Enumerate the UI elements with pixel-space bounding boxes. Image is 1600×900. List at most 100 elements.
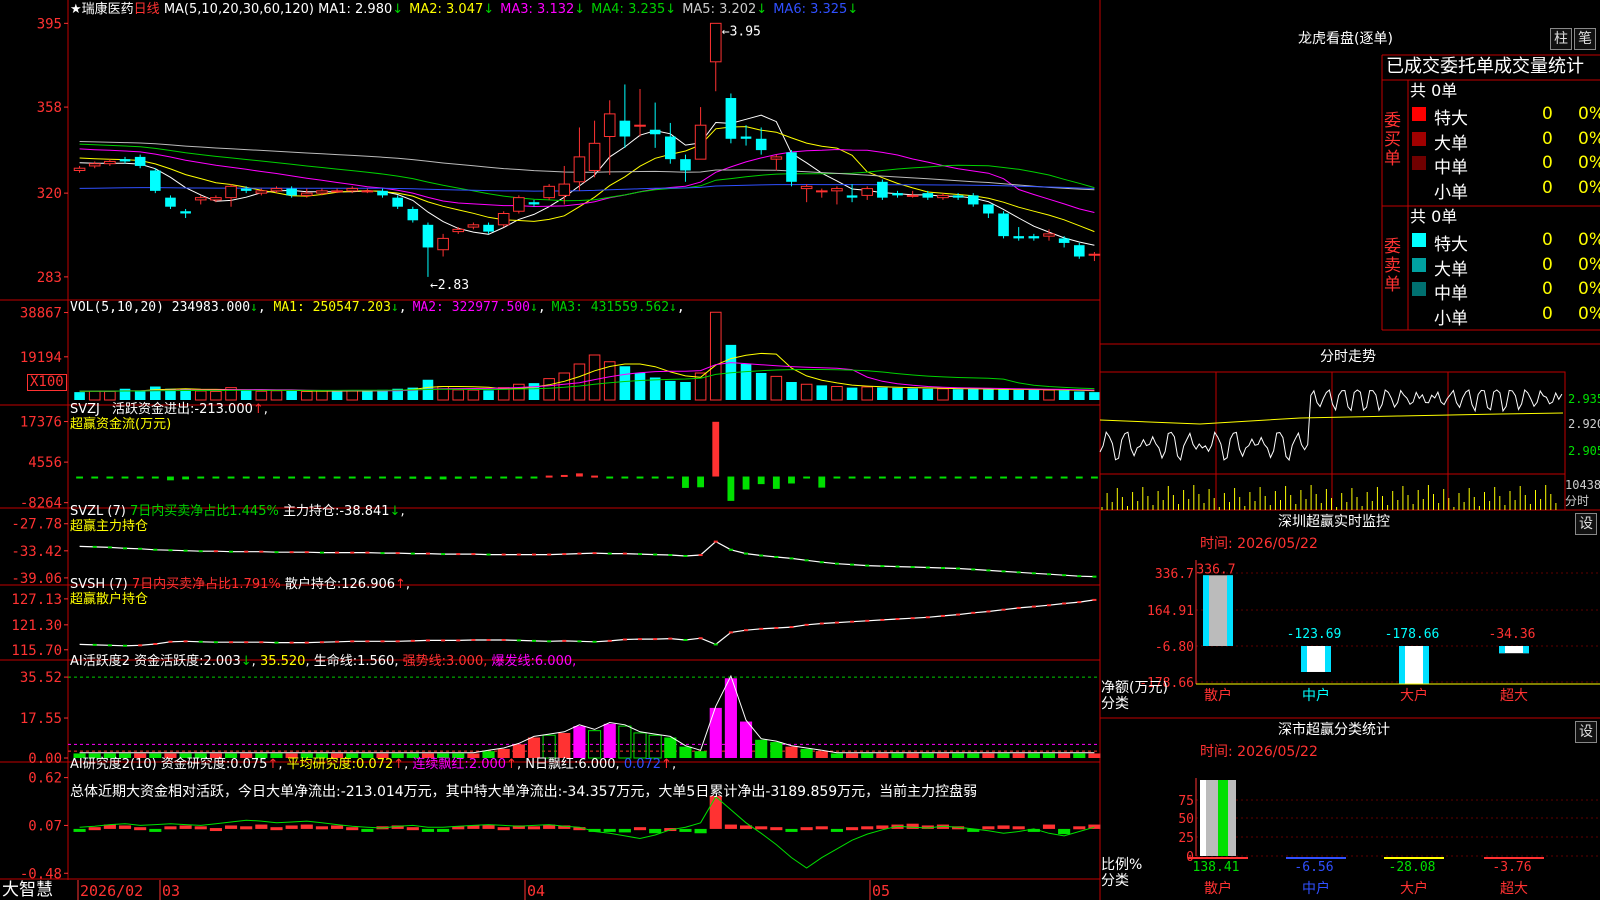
candle-up [558, 183, 571, 196]
svzj-bar [621, 476, 629, 479]
column-view-button[interactable]: 柱 [1550, 28, 1572, 50]
vol-bar-up [937, 388, 949, 401]
vol-ma-values: MA1: 250547.203↓, MA2: 322977.500↓, MA3: 4… [274, 300, 691, 315]
candle-down [392, 197, 403, 207]
candle-up [270, 188, 283, 192]
ai-research-bar [815, 826, 828, 830]
svzl-line [79, 540, 1095, 578]
svzj-suffix: , [263, 402, 268, 417]
svzj-bar [485, 476, 492, 479]
svzl-header: SVZL (7) 7日内买卖净占比1.445% 主力持仓:-38.841↓, [70, 504, 405, 519]
monitor-time: 时间: 2026/05/22 [1200, 536, 1318, 552]
svzj-bar [197, 476, 205, 479]
candle-up [513, 197, 525, 212]
bar-edge [1203, 575, 1209, 646]
buy-total: 共 0单 [1410, 81, 1458, 100]
price-y-tick-label: 358 [37, 100, 62, 116]
svzj-bar [878, 476, 886, 479]
vol-bar-down [680, 382, 691, 400]
ai-research-header: AI研究度2(10) 资金研究度:0.075↑, 平均研究度:0.072↑, 连… [70, 757, 677, 772]
order-label: 小单 [1434, 308, 1468, 329]
ai-research-bar [134, 827, 147, 831]
ai-active-bar [1027, 753, 1040, 758]
ai-active-suffix: , [572, 654, 577, 669]
stats-time: 时间: 2026/05/22 [1200, 744, 1318, 760]
svzl-v2: -38.841 [339, 504, 390, 519]
vol-bar-up [543, 378, 555, 401]
ai-active-bar [861, 753, 874, 758]
trade-stats-title: 已成交委托单成交量统计 [1386, 56, 1584, 77]
x-axis-label: 05 [872, 882, 890, 900]
candle-down [952, 195, 964, 198]
candle-up [770, 156, 783, 160]
svsh-l2: 散户持仓: [284, 577, 342, 592]
ma-line-1 [79, 114, 1095, 246]
min-price-label: ←2.83 [430, 278, 469, 293]
ai-active-header: AI活跃度2 资金活跃度:2.003↓, 35.520, 生命线:1.560, … [70, 654, 577, 669]
svzj-bar [151, 476, 159, 479]
svzj-bar [591, 475, 598, 478]
ai-research-bar [846, 827, 859, 831]
order-count: 0 [1542, 177, 1553, 198]
stats-settings-button[interactable]: 设 [1575, 721, 1597, 743]
ai-research-bar [861, 826, 874, 830]
ai-research-bar [770, 827, 783, 831]
vol-ma-value-2: MA2: 322977.500↓, [412, 300, 546, 315]
svsh-y-tick-label: 115.70 [11, 643, 62, 659]
candle-up [300, 192, 313, 196]
monitor-settings-button[interactable]: 设 [1575, 513, 1597, 535]
svsh-label: SVSH (7) [70, 577, 128, 592]
svzj-bar [530, 476, 538, 479]
order-row: 大单 0 0% [1410, 129, 1600, 154]
ma-header: MA(5,10,20,30,60,120) [163, 2, 314, 17]
svzj-bar [939, 476, 947, 479]
svzj-bar [863, 476, 871, 479]
candle-up [634, 124, 646, 127]
ai-active-bar [709, 707, 722, 758]
ai-research-d1: ↑ [267, 757, 279, 772]
price-y-tick-label: 395 [37, 16, 62, 32]
svzj-bar [894, 476, 901, 479]
order-label: 中单 [1434, 158, 1468, 178]
ai-active-bar [1058, 753, 1071, 758]
svzj-bar [984, 476, 992, 479]
ai-research-bar [1073, 826, 1086, 830]
candle-up [497, 212, 510, 226]
order-count: 0 [1542, 254, 1553, 275]
bar-edge [1399, 646, 1405, 684]
vol-bar-up [513, 383, 525, 401]
order-count: 0 [1542, 230, 1553, 250]
ai-research-v2: 0.072 [356, 757, 394, 772]
ai-research-bar [346, 827, 359, 831]
category-label: 中户 [1302, 687, 1330, 704]
stats-x-title: 分类 [1101, 873, 1129, 889]
svzj-bar [212, 476, 220, 479]
vol-bar-up [467, 389, 480, 401]
svzl-l2: 主力持仓: [282, 504, 340, 519]
ai-active-bar [512, 744, 525, 758]
candle-up [194, 197, 207, 201]
ai-research-bar [406, 827, 419, 831]
period-label[interactable]: 日线 [134, 2, 160, 17]
bar-y-tick-label: 336.7 [1155, 567, 1194, 582]
vol-bar-down [528, 383, 540, 400]
vol-ma-value-1: MA1: 250547.203↓, [273, 300, 407, 315]
candle-down [649, 129, 661, 135]
candle-down [240, 188, 252, 191]
ai-research-line [79, 795, 1095, 869]
ai-research-bar [755, 826, 768, 830]
tick-view-button[interactable]: 笔 [1574, 28, 1596, 50]
svsh-v2: 126.906 [341, 577, 396, 592]
order-label: 中单 [1434, 284, 1468, 304]
order-percent: 0% [1578, 230, 1600, 250]
order-row: 特大 0 0% [1410, 230, 1600, 255]
ai-research-bar [724, 824, 737, 829]
dragon-title: 龙虎看盘(逐单) [1298, 31, 1393, 47]
category-bar [1301, 646, 1331, 672]
ai-research-bar [800, 827, 813, 831]
svzj-bar [651, 476, 659, 479]
vol-bar-down [619, 366, 631, 400]
ai-research-bar [497, 827, 510, 831]
ai-research-bar [785, 828, 798, 832]
bar-edge [1325, 646, 1331, 672]
